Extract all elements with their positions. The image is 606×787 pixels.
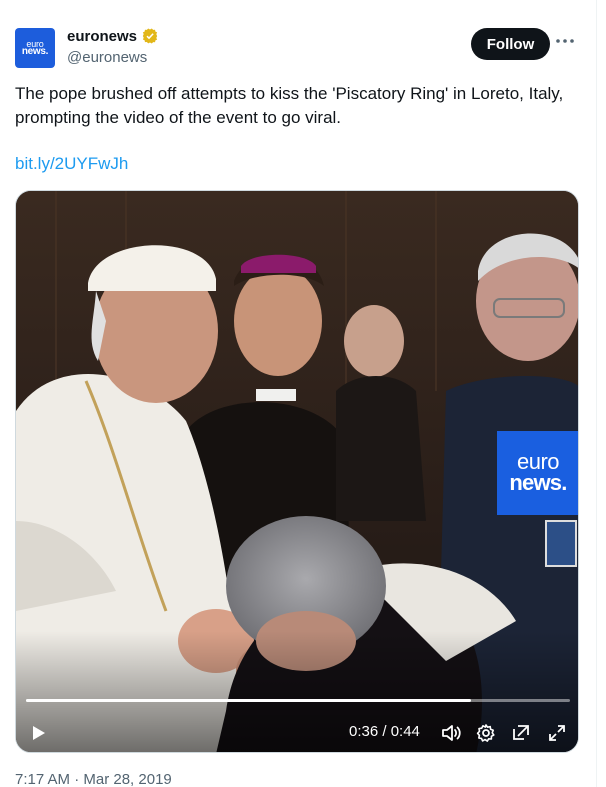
tweet-text: The pope brushed off attempts to kiss th… <box>15 84 564 127</box>
avatar-text-line2: news. <box>21 46 49 57</box>
watermark-line2: news. <box>509 470 567 495</box>
video-progress-bar[interactable] <box>26 699 570 702</box>
verified-badge-icon[interactable] <box>141 27 159 45</box>
video-controls: 0:36 / 0:44 <box>16 715 578 751</box>
volume-icon[interactable] <box>437 719 465 747</box>
tweet-timestamp[interactable]: 7:17 AM · Mar 28, 2019 <box>15 771 172 787</box>
display-name[interactable]: euronews <box>67 28 137 45</box>
video-progress-fill <box>26 699 471 702</box>
video-frame[interactable] <box>16 191 579 753</box>
follow-button[interactable]: Follow <box>471 28 550 60</box>
author-names: euronews @euronews <box>67 27 159 66</box>
video-player[interactable]: euro news. 0:36 / 0:44 <box>15 190 579 753</box>
watermark-line1: euro <box>516 449 560 474</box>
settings-icon[interactable] <box>472 719 500 747</box>
pop-out-icon[interactable] <box>507 719 535 747</box>
author-handle[interactable]: @euronews <box>67 49 159 66</box>
more-icon[interactable] <box>554 30 576 52</box>
fullscreen-icon[interactable] <box>543 719 571 747</box>
display-name-row: euronews <box>67 27 159 45</box>
video-time-display: 0:36 / 0:44 <box>349 723 420 740</box>
tweet-link[interactable]: bit.ly/2UYFwJh <box>15 154 128 174</box>
avatar[interactable]: euro news. <box>15 28 55 68</box>
tweet-card: euro news. euronews @euronews Follow The… <box>0 0 597 787</box>
play-icon[interactable] <box>24 719 52 747</box>
tweet-header: euro news. euronews @euronews Follow <box>15 24 576 72</box>
euronews-watermark-logo: euro news. <box>497 431 578 515</box>
